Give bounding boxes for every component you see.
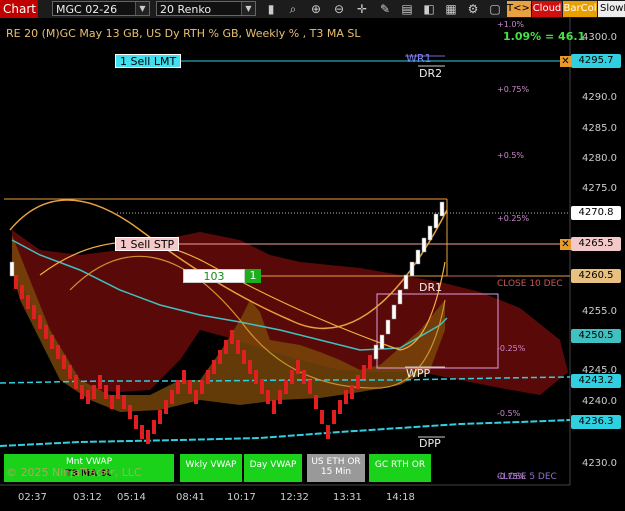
strategy-icon[interactable]: ◧ [420, 1, 438, 17]
chevron-down-icon: ▼ [135, 2, 149, 15]
price-tag-vwap-2: 4236.3 [571, 415, 621, 429]
pct-label: +1.0% [497, 20, 525, 29]
y-tick: 4275.0 [582, 183, 617, 194]
performance-readout: 1.09% = 46.1 [503, 30, 586, 43]
x-tick: 03:12 [73, 492, 102, 503]
tab-chart[interactable]: Chart [0, 0, 38, 18]
y-tick: 4230.0 [582, 458, 617, 469]
settings-icon[interactable]: ⚙ [464, 1, 482, 17]
x-tick: 08:41 [176, 492, 205, 503]
y-tick: 4280.0 [582, 153, 617, 164]
cloud-button[interactable]: Cloud [532, 1, 562, 17]
cancel-order-icon[interactable]: ✕ [560, 239, 571, 250]
x-tick: 14:18 [386, 492, 415, 503]
pencil-icon[interactable]: ✎ [376, 1, 394, 17]
level-wpp: WPP [406, 367, 431, 380]
sell-stop-order[interactable]: 1 Sell STP [115, 237, 180, 251]
copyright-text: © 2025 NinjaTrader, LLC [6, 466, 142, 479]
indicators-icon[interactable]: ▤ [398, 1, 416, 17]
x-tick: 13:31 [333, 492, 362, 503]
price-tag-sell-limit: 4295.7 [571, 54, 621, 68]
window-icon[interactable]: ▢ [486, 1, 504, 17]
magnify-icon[interactable]: ⌕ [284, 1, 302, 17]
level-close-10-dec: CLOSE 10 DEC [497, 279, 563, 289]
cancel-order-icon[interactable]: ✕ [560, 56, 571, 67]
bar-chart-icon[interactable]: ▮ [262, 1, 280, 17]
day-vwap-button[interactable]: Day VWAP [244, 454, 302, 482]
x-tick: 05:14 [117, 492, 146, 503]
crosshair-icon[interactable]: ✛ [353, 1, 371, 17]
pct-label: +0.75% [497, 85, 530, 94]
cmd-button[interactable]: T<>K [507, 1, 536, 17]
y-tick: 4255.0 [582, 306, 617, 317]
price-tag-sell-stop: 4265.5 [571, 237, 621, 251]
level-dr1: DR1 [419, 281, 443, 294]
price-tag-vwap: 4243.2 [571, 374, 621, 388]
pct-label: +0.25% [497, 214, 530, 223]
pct-label: -0.75% [497, 472, 526, 481]
pct-label: -0.5% [497, 409, 521, 418]
bar-type-value: 20 Renko [160, 3, 212, 16]
instrument-selector[interactable]: MGC 02-26 ▼ [52, 1, 150, 16]
price-tag-cyan: 4250.5 [571, 329, 621, 343]
zoom-in-icon[interactable]: ⊕ [307, 1, 325, 17]
us-eth-or-button[interactable]: US ETH OR 15 Min [307, 454, 365, 482]
chevron-down-icon: ▼ [241, 2, 255, 15]
y-tick: 4240.0 [582, 396, 617, 407]
grid-icon[interactable]: ▦ [442, 1, 460, 17]
chart-toolbar: Chart MGC 02-26 ▼ 20 Renko ▼ ▮ ⌕ ⊕ ⊖ ✛ ✎… [0, 0, 625, 19]
gc-rth-or-button[interactable]: GC RTH OR [369, 454, 431, 482]
sell-limit-order[interactable]: 1 Sell LMT [115, 54, 182, 68]
y-tick: 4285.0 [582, 123, 617, 134]
chart-header: RE 20 (M)GC May 13 GB, US Dy RTH % GB, W… [6, 27, 361, 40]
level-dr2: DR2 [419, 67, 443, 80]
price-tag-position: 4260.5 [571, 269, 621, 283]
position-size[interactable]: 1 [245, 269, 261, 283]
pct-label: -0.25% [497, 344, 526, 353]
pct-label: +0.5% [497, 151, 525, 160]
x-tick: 02:37 [18, 492, 47, 503]
price-chart[interactable]: 4300.0 4290.0 4285.0 4280.0 4275.0 4255.… [0, 18, 625, 511]
bar-type-selector[interactable]: 20 Renko ▼ [156, 1, 256, 16]
level-dpp: DPP [419, 437, 441, 450]
y-tick: 4290.0 [582, 92, 617, 103]
barcol-button[interactable]: BarCol [563, 1, 597, 17]
x-tick: 10:17 [227, 492, 256, 503]
instrument-value: MGC 02-26 [56, 3, 118, 16]
y-tick: 4300.0 [582, 32, 617, 43]
x-tick: 12:32 [280, 492, 309, 503]
price-tag-last: 4270.8 [571, 206, 621, 220]
position-qty[interactable]: 103 [183, 269, 245, 283]
wkly-vwap-button[interactable]: Wkly VWAP [180, 454, 242, 482]
zoom-out-icon[interactable]: ⊖ [330, 1, 348, 17]
slowm-button[interactable]: SlowM [598, 1, 625, 17]
level-wr1: WR1 [406, 52, 432, 65]
